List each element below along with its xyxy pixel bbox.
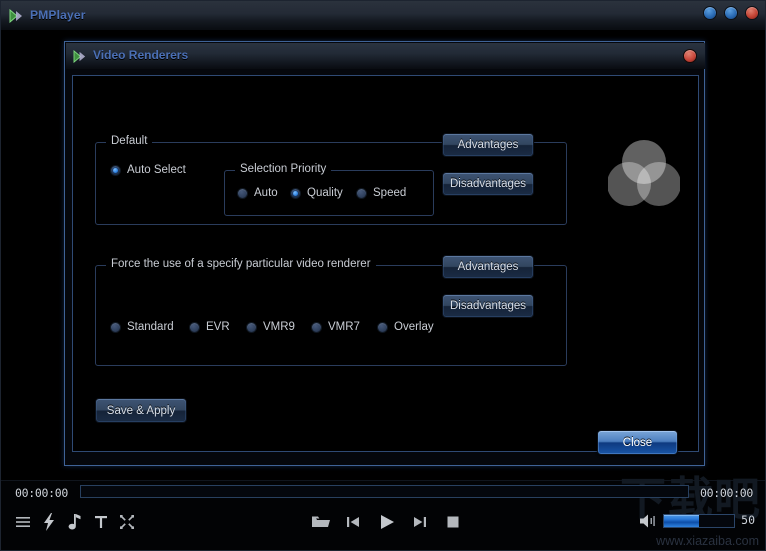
disadvantages-button-force[interactable]: Disadvantages — [442, 294, 534, 318]
disadvantages-button-default[interactable]: Disadvantages — [442, 172, 534, 196]
dialog-content-panel: Default Auto Select Selection Priority A… — [72, 75, 699, 452]
subtitle-icon[interactable] — [93, 513, 109, 531]
radio-dot-icon — [110, 321, 121, 333]
open-file-icon[interactable] — [311, 513, 331, 531]
radio-dot-icon — [377, 321, 388, 333]
radio-priority-auto[interactable]: Auto — [237, 187, 278, 199]
save-apply-button[interactable]: Save & Apply — [95, 398, 187, 423]
radio-renderer-standard-label: Standard — [127, 321, 174, 333]
radio-dot-icon — [311, 321, 322, 333]
radio-renderer-vmr7[interactable]: VMR7 — [311, 321, 360, 333]
radio-auto-select[interactable]: Auto Select — [110, 164, 186, 176]
seek-bar[interactable] — [80, 485, 689, 498]
three-overlapping-circles-icon — [607, 138, 681, 208]
radio-priority-quality-label: Quality — [307, 187, 343, 199]
play-icon[interactable] — [377, 512, 397, 532]
speaker-icon[interactable] — [639, 513, 661, 531]
radio-renderer-vmr9-label: VMR9 — [263, 321, 295, 333]
advantages-button-default[interactable]: Advantages — [442, 133, 534, 157]
volume-fill — [664, 515, 699, 527]
radio-renderer-overlay[interactable]: Overlay — [377, 321, 434, 333]
volume-slider[interactable] — [663, 514, 735, 528]
radio-renderer-evr-label: EVR — [206, 321, 230, 333]
current-time-label: 00:00:00 — [15, 486, 68, 500]
advantages-button-force[interactable]: Advantages — [442, 255, 534, 279]
radio-auto-select-label: Auto Select — [127, 164, 186, 176]
radio-dot-icon — [356, 187, 367, 199]
group-selection-priority-title: Selection Priority — [235, 163, 332, 175]
window-buttons — [703, 6, 759, 20]
video-renderers-dialog: Video Renderers Default Auto Select Sele… — [64, 41, 705, 466]
radio-dot-icon — [290, 187, 301, 199]
radio-renderer-standard[interactable]: Standard — [110, 321, 174, 333]
close-button-dialog[interactable]: Close — [597, 430, 678, 455]
minimize-button[interactable] — [703, 6, 717, 20]
radio-priority-quality[interactable]: Quality — [290, 187, 343, 199]
watermark-url: www.xiazaiba.com — [656, 534, 759, 548]
radio-renderer-overlay-label: Overlay — [394, 321, 434, 333]
app-window: PMPlayer Video Renderers Default Auto Se… — [0, 0, 766, 551]
bolt-icon[interactable] — [40, 512, 58, 532]
dialog-title: Video Renderers — [93, 48, 189, 62]
dialog-titlebar: Video Renderers — [66, 43, 705, 69]
shuffle-icon[interactable] — [118, 513, 136, 531]
radio-priority-speed-label: Speed — [373, 187, 407, 199]
radio-renderer-evr[interactable]: EVR — [189, 321, 230, 333]
close-circle-icon[interactable] — [683, 49, 697, 63]
total-time-label: 00:00:00 — [700, 486, 753, 500]
stop-icon[interactable] — [444, 514, 461, 530]
play-triangle-logo-icon — [73, 49, 88, 64]
group-default-title: Default — [106, 135, 153, 147]
music-note-icon[interactable] — [67, 512, 83, 532]
close-button[interactable] — [745, 6, 759, 20]
radio-renderer-vmr9[interactable]: VMR9 — [246, 321, 295, 333]
radio-renderer-vmr7-label: VMR7 — [328, 321, 360, 333]
radio-dot-icon — [246, 321, 257, 333]
previous-icon[interactable] — [344, 513, 362, 531]
radio-dot-icon — [237, 187, 248, 199]
app-title: PMPlayer — [30, 8, 86, 22]
radio-dot-icon — [189, 321, 200, 333]
radio-priority-speed[interactable]: Speed — [356, 187, 406, 199]
menu-icon[interactable] — [14, 513, 32, 531]
app-titlebar: PMPlayer — [1, 1, 765, 30]
maximize-button[interactable] — [724, 6, 738, 20]
radio-priority-auto-label: Auto — [254, 187, 278, 199]
next-icon[interactable] — [411, 513, 429, 531]
play-triangle-logo-icon — [9, 8, 25, 24]
radio-dot-icon — [110, 164, 121, 176]
group-selection-priority: Selection Priority Auto Quality Speed — [224, 163, 434, 216]
group-force-renderer-title: Force the use of a specify particular vi… — [106, 258, 376, 270]
volume-value-label: 50 — [741, 513, 755, 527]
